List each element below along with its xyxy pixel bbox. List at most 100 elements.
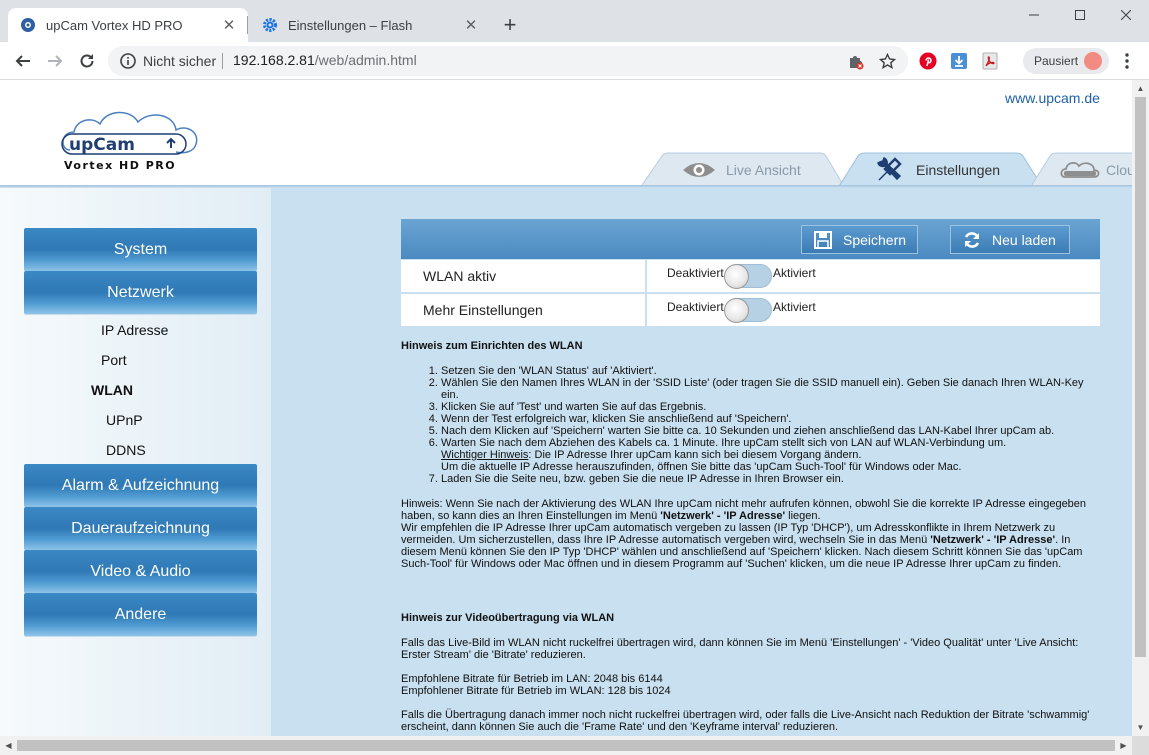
row-divider [645, 294, 647, 327]
scroll-left-icon[interactable]: ◀ [0, 737, 17, 754]
minimize-icon [1029, 14, 1039, 16]
horizontal-scrollbar[interactable]: ◀ ▶ [0, 736, 1132, 755]
url-host: 192.168.2.81 [233, 52, 315, 68]
reload-icon [80, 54, 94, 68]
browser-tab-title: upCam Vortex HD PRO [46, 17, 183, 33]
vertical-scroll-thumb[interactable] [1135, 97, 1146, 657]
menu-alarm-aufzeichnung[interactable]: Alarm & Aufzeichnung [24, 464, 257, 507]
video-paragraph-1: Falls das Live-Bild im WLAN nicht ruckel… [401, 637, 1079, 661]
download-extension-icon[interactable] [949, 51, 969, 71]
browser-menu-button[interactable] [1117, 51, 1137, 71]
setup-step: Setzen Sie den 'WLAN Status' auf 'Aktivi… [441, 365, 1101, 377]
toggle-knob [724, 298, 749, 323]
download-icon [951, 53, 967, 69]
tab-einstellungen[interactable]: Einstellungen [875, 152, 1000, 188]
save-button[interactable]: Speichern [801, 225, 918, 254]
help-content: Hinweis zum Einrichten des WLAN Setzen S… [401, 340, 1101, 733]
bitrate-lan: Empfohlene Bitrate für Betrieb im LAN: 2… [401, 673, 663, 685]
back-button[interactable] [11, 49, 35, 73]
browser-tab-flash[interactable]: Einstellungen – Flash ✕ [250, 8, 490, 42]
eye-icon [683, 163, 715, 177]
close-tab-icon[interactable]: ✕ [220, 16, 238, 34]
menu-netzwerk[interactable]: Netzwerk [24, 271, 257, 314]
browser-toolbar: Nicht sicher 192.168.2.81/web/admin.html… [0, 42, 1149, 80]
setup-step: Wenn der Test erfolgreich war, klicken S… [441, 413, 1101, 425]
page-viewport: upCam Vortex HD PRO www.upcam.de Live An… [0, 80, 1132, 736]
profile-button[interactable]: Pausiert [1023, 48, 1109, 74]
hint-menu-path: 'Netzwerk' - 'IP Adresse' [930, 534, 1056, 546]
gear-icon [263, 18, 277, 32]
reload-page-button[interactable]: Neu laden [950, 225, 1070, 254]
scroll-right-icon[interactable]: ▶ [1115, 737, 1132, 754]
tab-settings-label: Einstellungen [916, 162, 1001, 178]
vertical-scrollbar[interactable]: ▲ ▼ [1132, 80, 1149, 736]
pinterest-extension-icon[interactable] [918, 51, 938, 71]
floppy-disk-icon [814, 230, 832, 249]
tab-cloud[interactable]: Clou [1060, 152, 1132, 188]
tab-live-ansicht[interactable]: Live Ansicht [682, 152, 801, 188]
save-label: Speichern [843, 231, 907, 248]
horizontal-scroll-thumb[interactable] [17, 740, 1115, 751]
setup-heading: Hinweis zum Einrichten des WLAN [401, 340, 583, 352]
hint-menu-path: 'Netzwerk' - 'IP Adresse' [660, 510, 786, 522]
pdf-extension-icon[interactable] [980, 51, 1000, 71]
important-note-label: Wichtiger Hinweis [441, 449, 529, 461]
scroll-down-icon[interactable]: ▼ [1132, 719, 1149, 736]
brand-link[interactable]: www.upcam.de [1005, 90, 1100, 106]
submenu-ddns[interactable]: DDNS [106, 442, 146, 458]
puzzle-blocked-icon[interactable] [847, 53, 864, 70]
toggle-on-label: Aktiviert [773, 300, 816, 314]
toggle-off-label: Deaktiviert [667, 266, 724, 280]
info-icon[interactable] [120, 53, 136, 69]
tab-cloud-label: Clou [1106, 162, 1132, 178]
tools-icon [877, 157, 902, 181]
video-heading: Hinweis zur Videoübertragung via WLAN [401, 612, 615, 624]
setup-step: Laden Sie die Seite neu, bzw. geben Sie … [441, 473, 1101, 485]
close-icon [1121, 10, 1131, 20]
cloudcorder-icon [1060, 162, 1100, 178]
maximize-window-button[interactable] [1057, 0, 1103, 30]
tab-live-label: Live Ansicht [726, 162, 801, 178]
setting-label: WLAN aktiv [423, 268, 497, 284]
new-tab-button[interactable]: + [498, 14, 522, 38]
scroll-up-icon[interactable]: ▲ [1132, 80, 1149, 97]
hint-text: liegen. [785, 510, 821, 522]
submenu-wlan[interactable]: WLAN [91, 382, 133, 398]
pdf-icon [982, 52, 998, 70]
menu-video-audio[interactable]: Video & Audio [24, 550, 257, 593]
setup-step: Nach dem Klicken auf 'Speichern' warten … [441, 425, 1101, 437]
minimize-window-button[interactable] [1011, 0, 1057, 30]
wlan-aktiv-toggle[interactable] [724, 264, 772, 289]
menu-system[interactable]: System [24, 228, 257, 271]
forward-button[interactable] [43, 49, 67, 73]
tab-separator [247, 16, 248, 34]
setup-step-text: Warten Sie nach dem Abziehen des Kabels … [441, 437, 1007, 449]
reload-button[interactable] [75, 49, 99, 73]
close-window-button[interactable] [1103, 0, 1149, 30]
close-tab-icon[interactable]: ✕ [462, 16, 480, 34]
bitrate-wlan: Empfohlener Bitrate für Betrieb im WLAN:… [401, 685, 671, 697]
menu-andere[interactable]: Andere [24, 593, 257, 636]
setup-step: Wählen Sie den Namen Ihres WLAN in der '… [441, 377, 1101, 401]
address-bar[interactable]: Nicht sicher 192.168.2.81/web/admin.html [108, 46, 908, 76]
submenu-upnp[interactable]: UPnP [106, 412, 143, 428]
url-text[interactable]: 192.168.2.81/web/admin.html [233, 52, 417, 68]
address-separator [222, 53, 223, 69]
menu-daueraufzeichnung[interactable]: Daueraufzeichnung [24, 507, 257, 550]
setup-steps: Setzen Sie den 'WLAN Status' auf 'Aktivi… [441, 365, 1101, 485]
upcam-favicon-icon [21, 18, 35, 32]
mehr-einstellungen-toggle[interactable] [724, 298, 772, 323]
setting-row-wlan-aktiv: WLAN aktiv Deaktiviert Aktiviert [401, 260, 1100, 293]
important-note-text-2: Um die aktuelle IP Adresse herauszufinde… [441, 461, 962, 473]
browser-tab-upcam[interactable]: upCam Vortex HD PRO ✕ [8, 8, 248, 42]
submenu-port[interactable]: Port [101, 352, 127, 368]
hint-paragraph: Hinweis: Wenn Sie nach der Aktivierung d… [401, 498, 1101, 570]
setting-row-mehr-einstellungen: Mehr Einstellungen Deaktiviert Aktiviert [401, 294, 1100, 327]
more-vertical-icon [1125, 53, 1129, 69]
refresh-icon [964, 231, 980, 248]
star-icon[interactable] [879, 53, 896, 70]
avatar [1084, 52, 1102, 70]
submenu-ip-adresse[interactable]: IP Adresse [101, 322, 168, 338]
security-status: Nicht sicher [143, 53, 217, 69]
scrollbar-corner [1132, 736, 1149, 755]
